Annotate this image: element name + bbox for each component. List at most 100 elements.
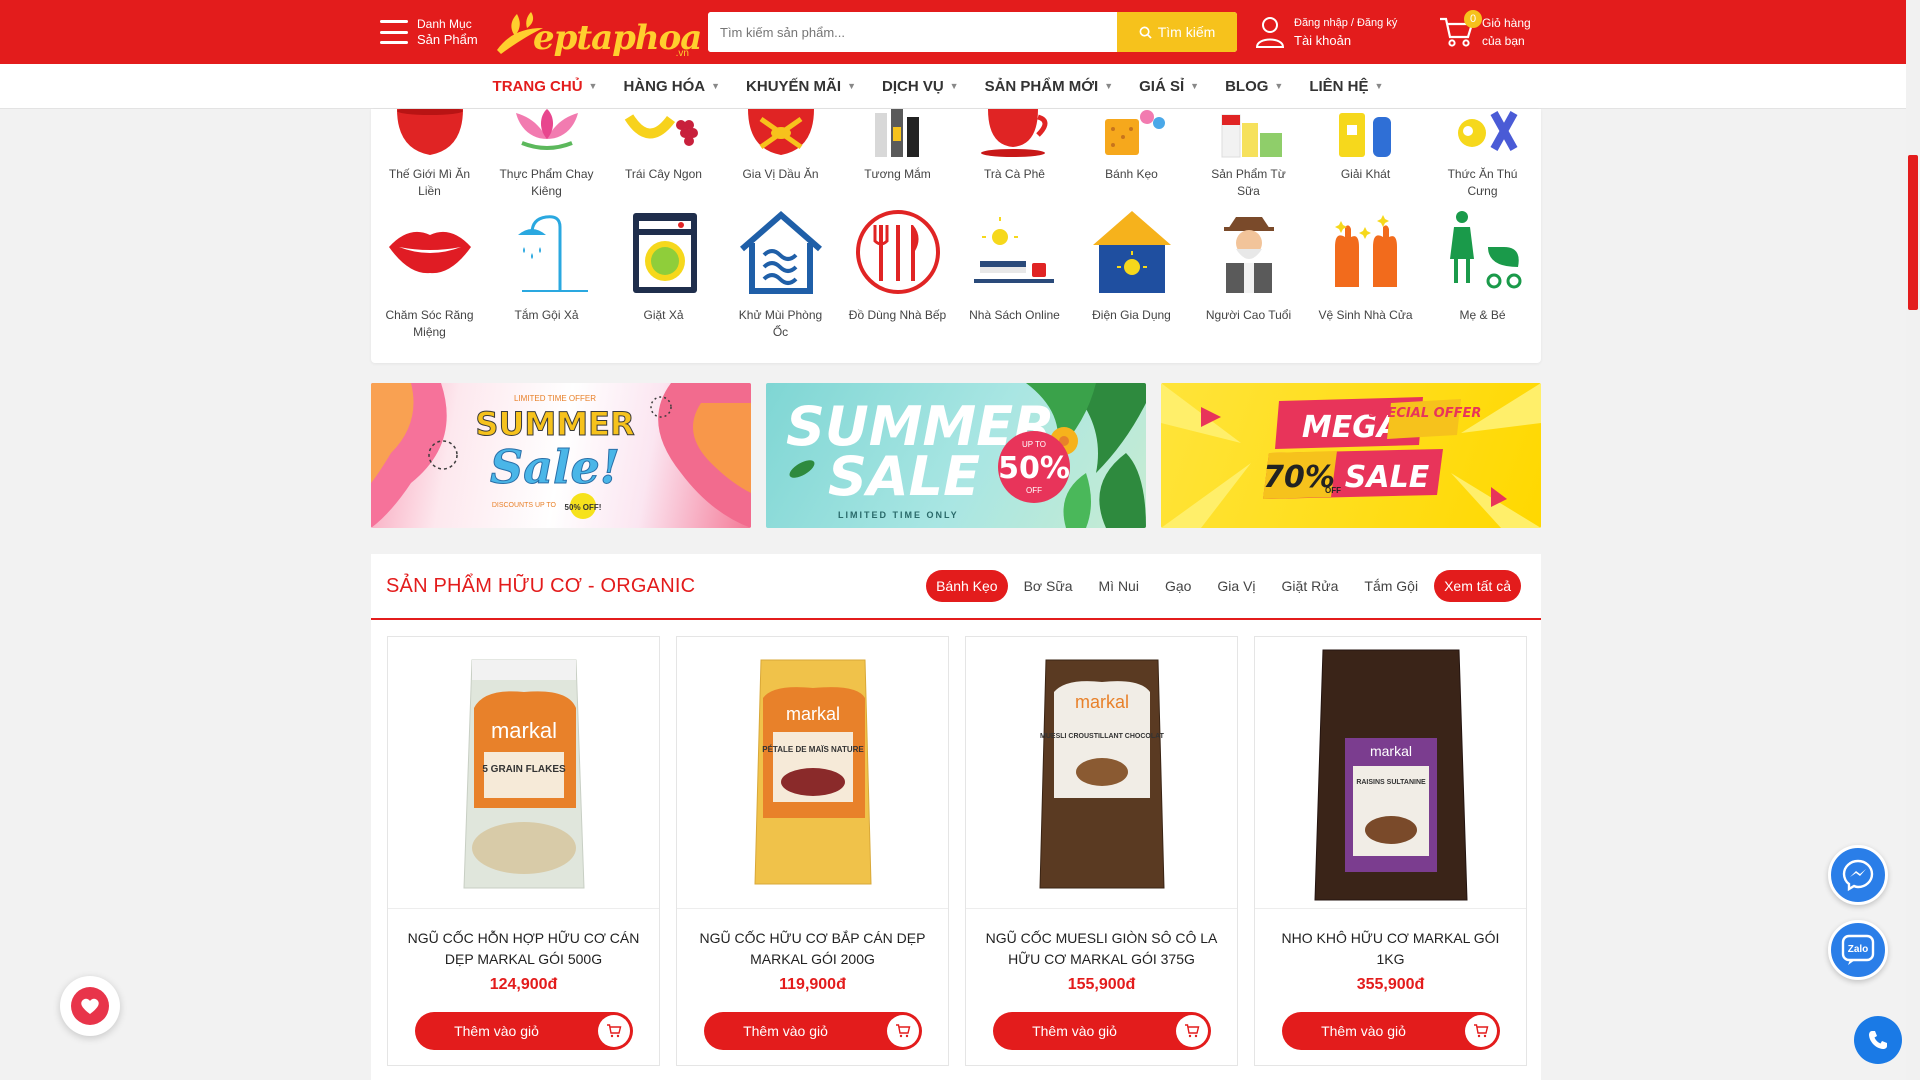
product-name[interactable]: NGŨ CỐC HỖN HỢP HỮU CƠ CÁN DẸP MARKAL GÓ… bbox=[388, 928, 659, 970]
tab-tam-goi[interactable]: Tắm Gội bbox=[1354, 570, 1428, 602]
cart-label-line1: Giỏ hàng bbox=[1482, 16, 1531, 30]
product-card: markal 5 GRAIN FLAKES NGŨ CỐC HỖN HỢP HỮ… bbox=[387, 636, 660, 1066]
organic-products-section: SẢN PHẨM HỮU CƠ - ORGANIC Bánh Kẹo Bơ Sữ… bbox=[371, 554, 1541, 1080]
product-name[interactable]: NGŨ CỐC MUESLI GIÒN SÔ CÔ LA HỮU CƠ MARK… bbox=[966, 928, 1237, 970]
category-home-appliance[interactable]: Điện Gia Dụng bbox=[1073, 207, 1190, 347]
wishlist-button[interactable] bbox=[60, 976, 120, 1036]
tab-giat-rua[interactable]: Giặt Rửa bbox=[1272, 570, 1349, 602]
search-button[interactable]: Tìm kiếm bbox=[1117, 12, 1237, 52]
search-input[interactable] bbox=[708, 12, 1117, 52]
category-elderly[interactable]: Người Cao Tuổi bbox=[1190, 207, 1307, 347]
category-menu-toggle[interactable]: Danh Mục Sản Phẩm bbox=[380, 14, 480, 50]
shower-icon bbox=[502, 207, 592, 297]
mega-sale-artwork: MEGA SPECIAL OFFER 70% OFF SALE bbox=[1161, 383, 1541, 528]
phone-call-button[interactable] bbox=[1854, 1016, 1902, 1064]
account-link[interactable]: Đăng nhập / Đăng ký Tài khoản bbox=[1254, 12, 1414, 52]
product-package-image: markal PÉTALE DE MAÏS NATURE bbox=[753, 659, 872, 884]
product-image[interactable]: markal PÉTALE DE MAÏS NATURE bbox=[677, 637, 948, 909]
add-to-cart-button[interactable]: Thêm vào giỏ bbox=[704, 1012, 922, 1050]
tab-gao[interactable]: Gạo bbox=[1155, 570, 1201, 602]
category-mom-baby[interactable]: Mẹ & Bé bbox=[1424, 207, 1541, 347]
product-image[interactable]: markal RAISINS SULTANINE bbox=[1255, 637, 1526, 909]
product-name[interactable]: NGŨ CỐC HỮU CƠ BẮP CÁN DẸP MARKAL GÓI 20… bbox=[677, 928, 948, 970]
category-beverages[interactable]: Giải Khát bbox=[1307, 109, 1424, 207]
category-spices-oil[interactable]: Gia Vị Dầu Ăn bbox=[722, 109, 839, 207]
svg-text:MUESLI CROUSTILLANT CHOCOLAT: MUESLI CROUSTILLANT CHOCOLAT bbox=[1040, 733, 1165, 740]
category-dairy[interactable]: Sản Phẩm Từ Sữa bbox=[1190, 109, 1307, 207]
nav-products[interactable]: HÀNG HÓA ▼ bbox=[610, 64, 733, 108]
product-package-image: markal MUESLI CROUSTILLANT CHOCOLAT bbox=[1038, 659, 1165, 888]
site-logo[interactable]: eptaphoa .vn bbox=[487, 6, 702, 60]
banner1-title2: Sale! bbox=[490, 440, 620, 494]
search-icon bbox=[1139, 26, 1152, 39]
category-instant-noodles[interactable]: Thế Giới Mì Ăn Liền bbox=[371, 109, 488, 207]
promo-banner-summer-sale-50[interactable]: SUMMER SALE UP TO 50% OFF LIMITED TIME O… bbox=[766, 383, 1146, 528]
category-home-cleaning[interactable]: Vệ Sinh Nhà Cửa bbox=[1307, 207, 1424, 347]
svg-text:PÉTALE DE MAÏS NATURE: PÉTALE DE MAÏS NATURE bbox=[762, 745, 864, 754]
nav-services[interactable]: DỊCH VỤ ▼ bbox=[869, 64, 972, 108]
cart-icon bbox=[1176, 1015, 1208, 1047]
nav-contact[interactable]: LIÊN HỆ ▼ bbox=[1296, 64, 1396, 108]
product-list: markal 5 GRAIN FLAKES NGŨ CỐC HỖN HỢP HỮ… bbox=[387, 636, 1527, 1066]
banner3-sale: SALE bbox=[1345, 460, 1430, 495]
banner2-note: LIMITED TIME ONLY bbox=[838, 510, 959, 520]
banner2-off: OFF bbox=[1026, 486, 1042, 495]
category-bath[interactable]: Tắm Gội Xả bbox=[488, 207, 605, 347]
svg-text:5 GRAIN FLAKES: 5 GRAIN FLAKES bbox=[482, 764, 566, 775]
category-sauces[interactable]: Tương Mắm bbox=[839, 109, 956, 207]
promo-banner-summer-sale[interactable]: LIMITED TIME OFFER SUMMER Sale! DISCOUNT… bbox=[371, 383, 751, 528]
promo-banner-mega-sale[interactable]: MEGA SPECIAL OFFER 70% OFF SALE bbox=[1161, 383, 1541, 528]
banner1-note: DISCOUNTS UP TO bbox=[492, 502, 557, 509]
add-to-cart-button[interactable]: Thêm vào giỏ bbox=[1282, 1012, 1500, 1050]
summer-sale-artwork: LIMITED TIME OFFER SUMMER Sale! DISCOUNT… bbox=[371, 383, 751, 528]
category-tabs: Bánh Kẹo Bơ Sữa Mì Nui Gạo Gia Vị Giặt R… bbox=[926, 570, 1521, 602]
cart-icon bbox=[1465, 1015, 1497, 1047]
product-card: markal MUESLI CROUSTILLANT CHOCOLAT NGŨ … bbox=[965, 636, 1238, 1066]
banner2-pct: 50% bbox=[998, 451, 1070, 486]
category-kitchen[interactable]: Đồ Dùng Nhà Bếp bbox=[839, 207, 956, 347]
banner3-off: OFF bbox=[1325, 486, 1341, 495]
category-fruit[interactable]: Trái Cây Ngon bbox=[605, 109, 722, 207]
category-tea-coffee[interactable]: Trà Cà Phê bbox=[956, 109, 1073, 207]
category-candy[interactable]: Bánh Kẹo bbox=[1073, 109, 1190, 207]
menu-label-line2: Sản Phẩm bbox=[417, 32, 478, 47]
cart-count-badge: 0 bbox=[1464, 10, 1482, 28]
category-pet-food[interactable]: Thức Ăn Thú Cưng bbox=[1424, 109, 1541, 207]
product-image[interactable]: markal MUESLI CROUSTILLANT CHOCOLAT bbox=[966, 637, 1237, 909]
summer-sale-50-artwork: SUMMER SALE UP TO 50% OFF LIMITED TIME O… bbox=[786, 383, 1146, 528]
elderly-icon bbox=[1204, 207, 1294, 297]
scrollbar-thumb[interactable] bbox=[1908, 155, 1918, 310]
cart-link[interactable]: 0 Giỏ hàng của bạn bbox=[1438, 10, 1548, 52]
tab-bo-sua[interactable]: Bơ Sữa bbox=[1014, 570, 1083, 602]
category-oral-care[interactable]: Chăm Sóc Răng Miệng bbox=[371, 207, 488, 347]
svg-text:markal: markal bbox=[490, 718, 556, 743]
nav-wholesale[interactable]: GIÁ SỈ ▼ bbox=[1126, 64, 1212, 108]
product-name[interactable]: NHO KHÔ HỮU CƠ MARKAL GÓI 1KG bbox=[1255, 928, 1526, 970]
nav-home[interactable]: TRANG CHỦ ▼ bbox=[480, 64, 611, 108]
category-books[interactable]: Nhà Sách Online bbox=[956, 207, 1073, 347]
top-header: Danh Mục Sản Phẩm eptaphoa .vn Tìm kiếm … bbox=[0, 0, 1906, 64]
tab-banh-keo[interactable]: Bánh Kẹo bbox=[926, 570, 1008, 602]
fruit-icon bbox=[619, 109, 709, 159]
view-all-button[interactable]: Xem tất cả bbox=[1434, 570, 1521, 602]
tab-gia-vi[interactable]: Gia Vị bbox=[1207, 570, 1265, 602]
add-to-cart-button[interactable]: Thêm vào giỏ bbox=[415, 1012, 633, 1050]
lips-icon bbox=[385, 207, 475, 297]
nav-new-products[interactable]: SẢN PHẨM MỚI ▼ bbox=[972, 64, 1127, 108]
nav-blog[interactable]: BLOG ▼ bbox=[1212, 64, 1296, 108]
add-to-cart-button[interactable]: Thêm vào giỏ bbox=[993, 1012, 1211, 1050]
page-scrollbar[interactable] bbox=[1906, 0, 1920, 1080]
tab-mi-nui[interactable]: Mì Nui bbox=[1089, 570, 1149, 602]
category-deodorizer[interactable]: Khử Mùi Phòng Ốc bbox=[722, 207, 839, 347]
menu-label-line1: Danh Mục bbox=[417, 17, 472, 31]
nav-promotions[interactable]: KHUYẾN MÃI ▼ bbox=[733, 64, 869, 108]
house-icon bbox=[736, 207, 826, 297]
user-icon bbox=[1255, 17, 1285, 48]
zalo-chat-button[interactable]: Zalo bbox=[1828, 920, 1888, 980]
book-icon bbox=[970, 207, 1060, 297]
category-laundry[interactable]: Giặt Xả bbox=[605, 207, 722, 347]
category-vegetarian-food[interactable]: Thực Phẩm Chay Kiêng bbox=[488, 109, 605, 207]
product-image[interactable]: markal 5 GRAIN FLAKES bbox=[388, 637, 659, 909]
banner1-badge: 50% OFF! bbox=[565, 503, 602, 512]
messenger-chat-button[interactable] bbox=[1828, 845, 1888, 905]
